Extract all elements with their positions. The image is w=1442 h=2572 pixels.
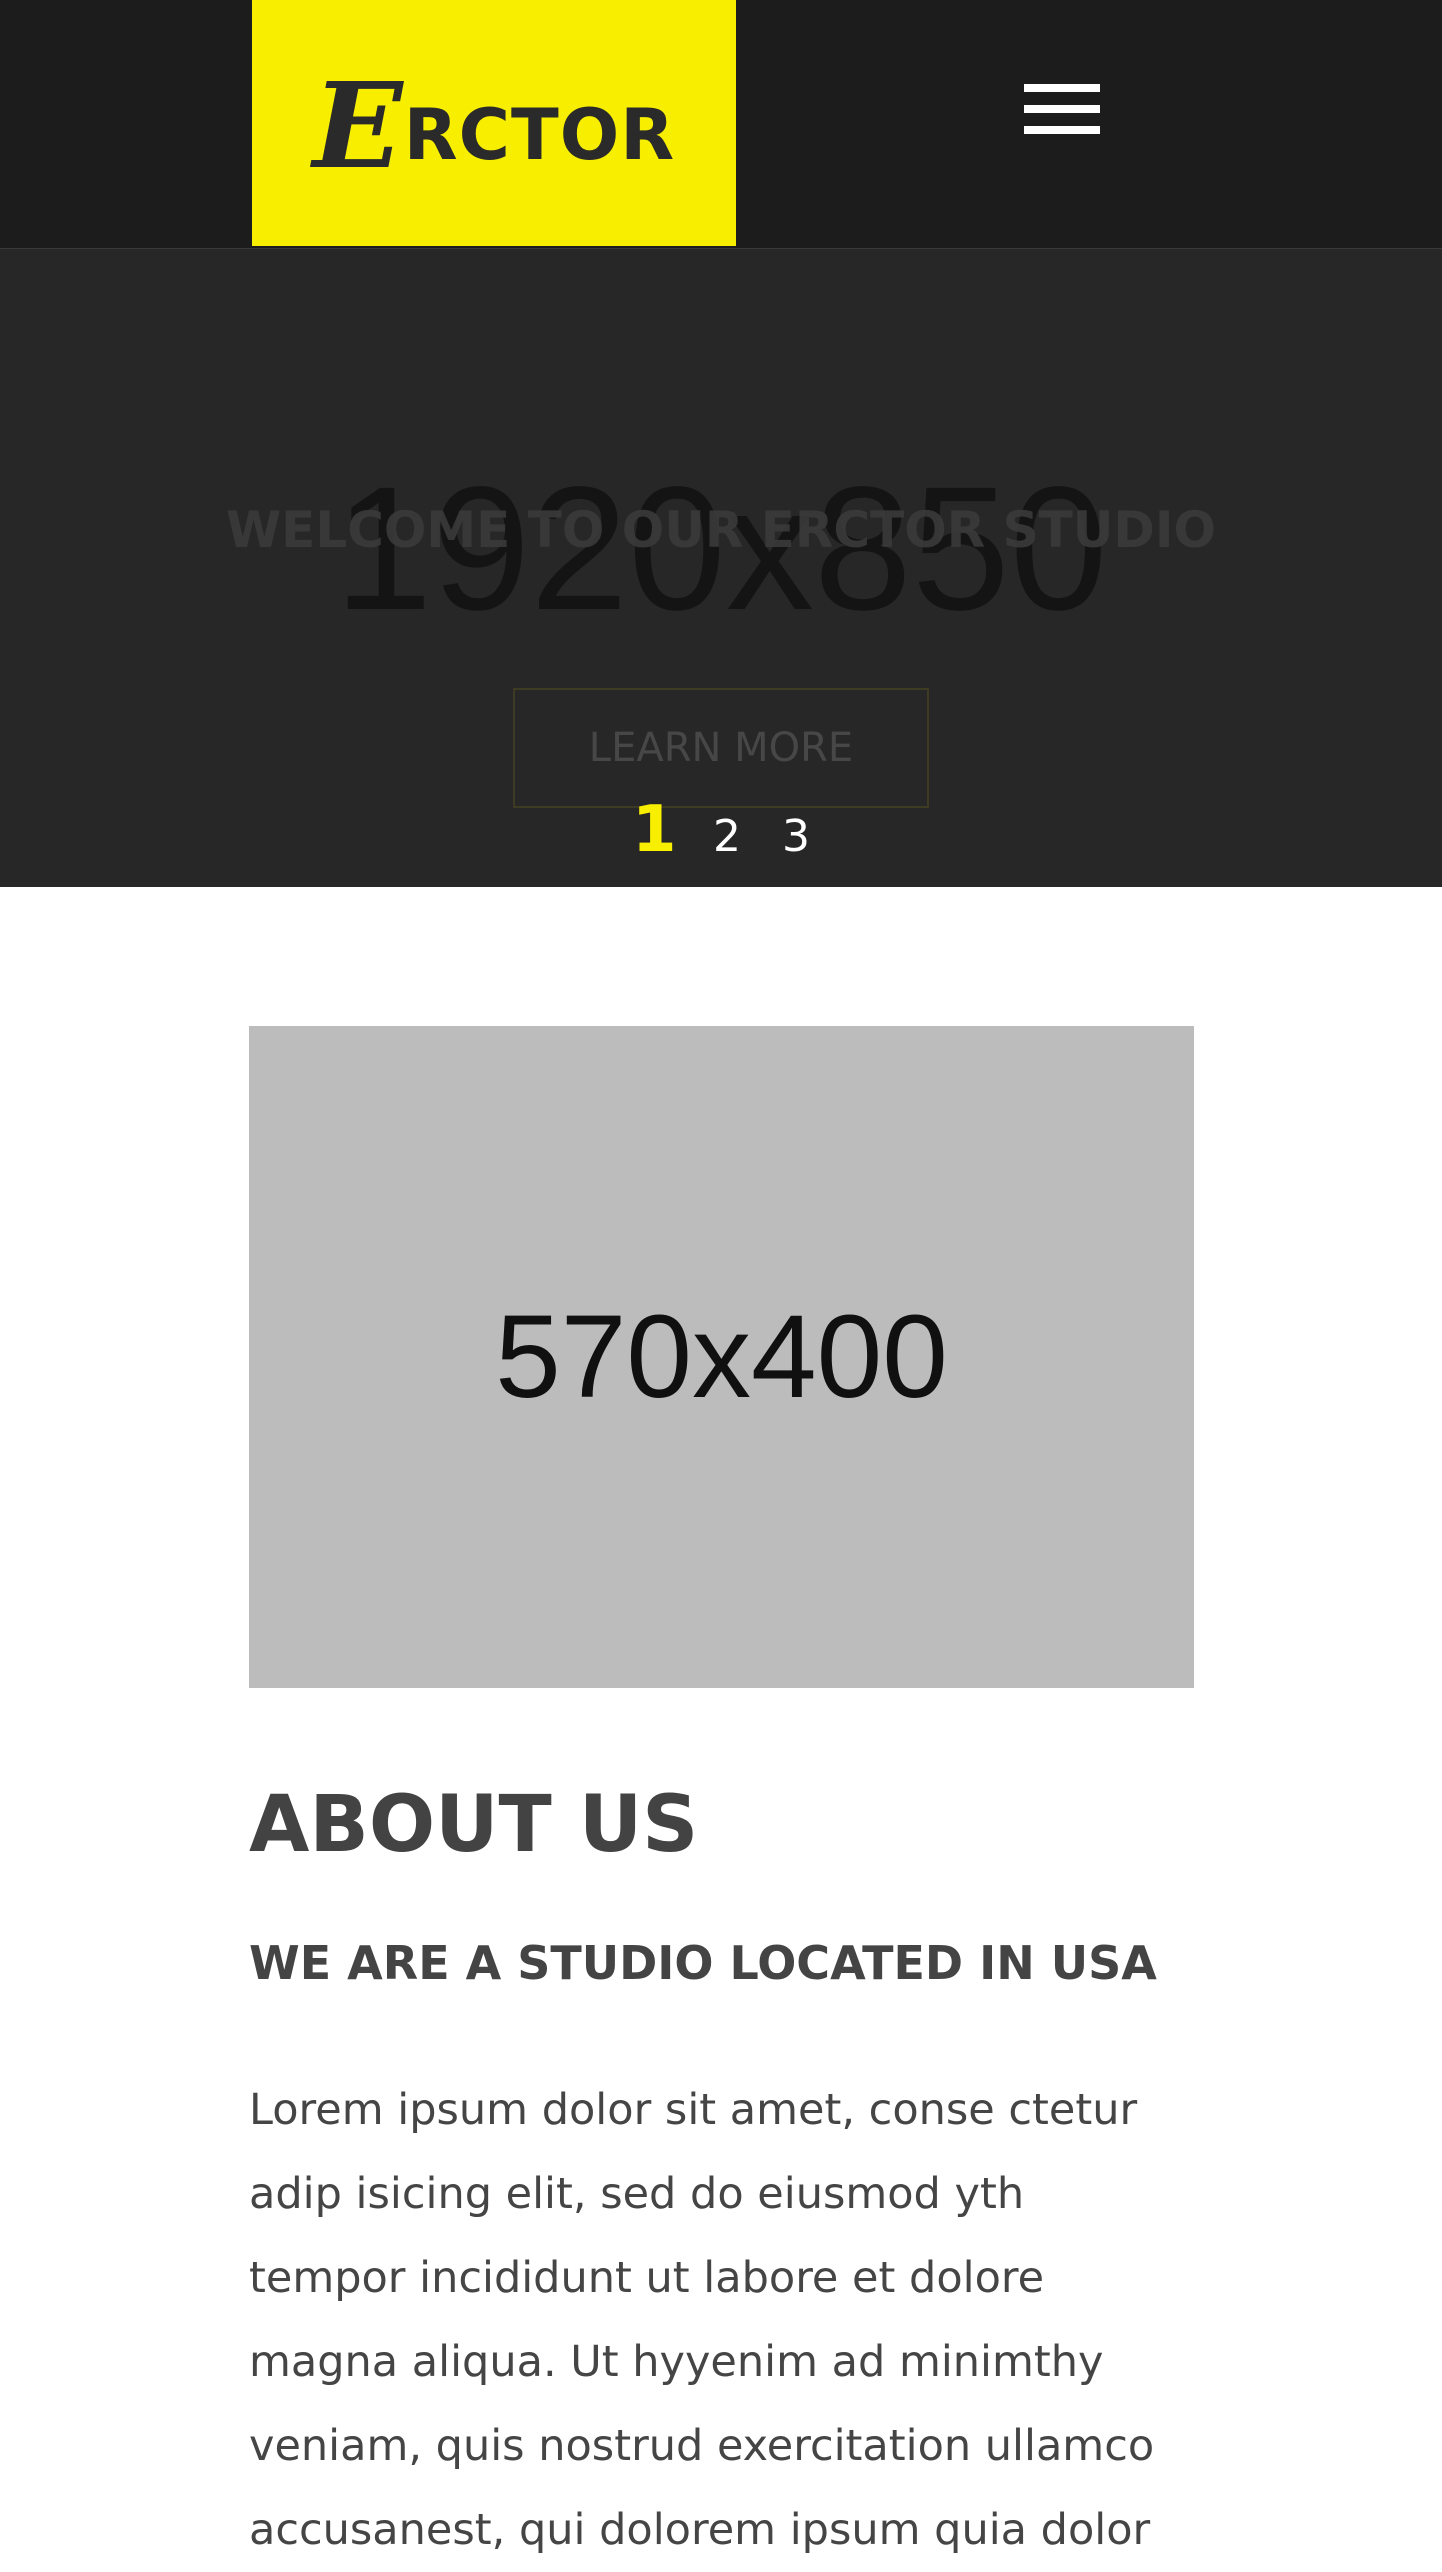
about-body-line: veniam, quis nostrud exercitation ullamc… [249,2421,1155,2471]
hamburger-icon[interactable] [1020,84,1100,142]
about-title: ABOUT US [249,1780,699,1870]
menu-bar [1024,84,1100,92]
site-header: ERCTOR [0,0,1442,249]
logo-text: ERCTOR [313,56,675,195]
about-body-line: Lorem ipsum dolor sit amet, conse ctetur [249,2085,1138,2135]
about-body: Lorem ipsum dolor sit amet, conse ctetur… [249,2068,1209,2572]
slider-pager: 1 2 3 [0,793,1442,881]
about-body-line: accusanest, qui dolorem ipsum quia dolor [249,2505,1151,2555]
pager-item-2[interactable]: 2 [713,811,741,862]
about-subtitle: WE ARE A STUDIO LOCATED IN USA [249,1936,1157,1990]
about-image-label: 570x400 [495,1291,948,1423]
logo-initial: E [312,55,404,195]
about-body-line: magna aliqua. Ut hyyenim ad minimthy [249,2337,1104,2387]
learn-more-button[interactable]: LEARN MORE [513,688,929,808]
logo-word: RCTOR [403,93,676,176]
menu-bar [1024,126,1100,134]
about-body-line: tempor incididunt ut labore et dolore [249,2253,1045,2303]
hero-heading: WELCOME TO OUR ERCTOR STUDIO [226,501,1216,559]
hero-slider: 1920x850 WELCOME TO OUR ERCTOR STUDIO LE… [0,249,1442,887]
pager-item-3[interactable]: 3 [782,811,810,862]
about-image-placeholder: 570x400 [249,1026,1194,1688]
pager-item-1[interactable]: 1 [632,793,677,867]
about-body-line: adip isicing elit, sed do eiusmod yth [249,2169,1025,2219]
logo[interactable]: ERCTOR [252,0,736,246]
menu-bar [1024,105,1100,113]
